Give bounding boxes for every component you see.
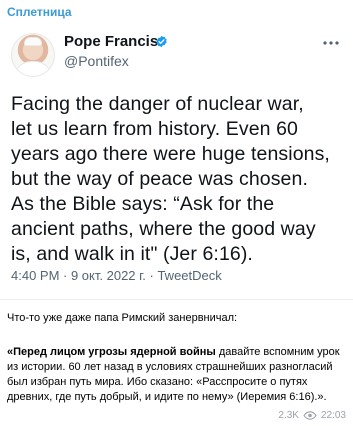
- message-bubble: Сплетница Pope Francis @Pontifex Facing …: [0, 0, 353, 431]
- tweet-card[interactable]: Pope Francis @Pontifex Facing the danger…: [0, 22, 353, 300]
- avatar-zucchetto: [25, 38, 41, 45]
- message-bold-lead: «Перед лицом угрозы ядерной войны: [7, 346, 216, 358]
- eye-icon: [303, 411, 317, 420]
- message-footer: 2.3K 22:03: [278, 410, 346, 421]
- view-count: 2.3K: [278, 410, 299, 421]
- avatar-cassock: [15, 62, 51, 76]
- message-intro: Что-то уже даже папа Римский занервничал…: [7, 312, 238, 324]
- avatar: [11, 33, 55, 77]
- tweet-display-name: Pope Francis: [64, 33, 159, 50]
- verified-badge-icon: [156, 35, 167, 48]
- message-time: 22:03: [320, 410, 346, 421]
- message-body: «Перед лицом угрозы ядерной войны давайт…: [7, 345, 345, 405]
- tweet-handle: @Pontifex: [64, 53, 129, 69]
- channel-name[interactable]: Сплетница: [7, 5, 72, 19]
- more-options-icon[interactable]: [323, 41, 339, 45]
- tweet-meta: 4:40 PM · 9 окт. 2022 г. · TweetDeck: [11, 268, 222, 283]
- tweet-text: Facing the danger of nuclear war, let us…: [11, 93, 330, 265]
